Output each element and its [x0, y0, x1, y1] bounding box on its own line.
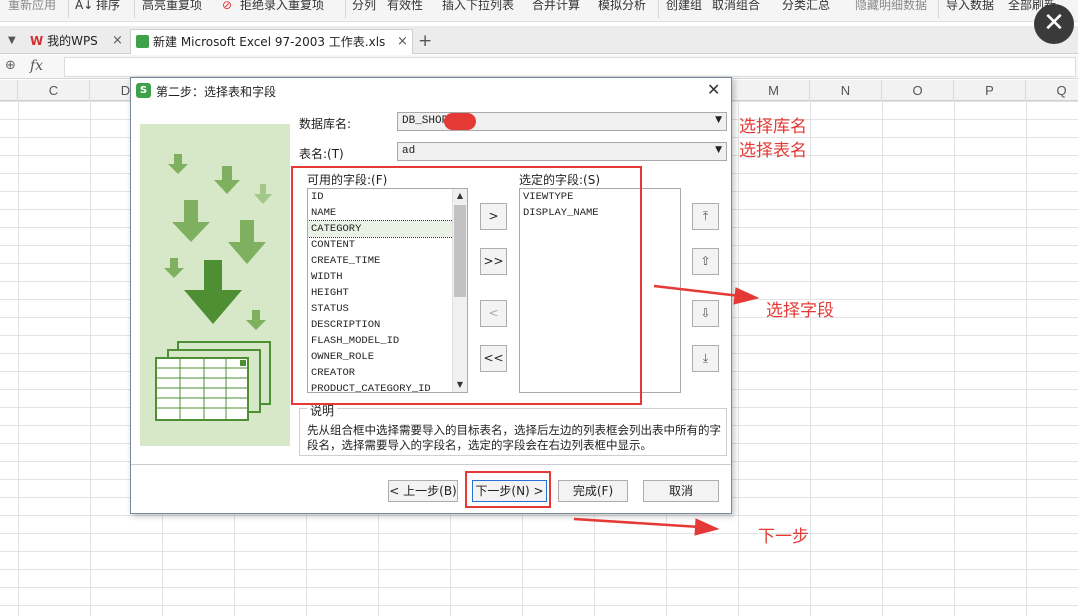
table-name-label: 表名:(T) [299, 147, 344, 161]
move-top-icon[interactable]: ⤒ [692, 203, 719, 230]
reject-icon: ⊘ [222, 0, 233, 12]
dialog-titlebar: S 第二步：选择表和字段 ✕ [131, 78, 731, 104]
ribbon-divider [68, 0, 69, 18]
prev-step-button[interactable]: < 上一步(B) [388, 480, 458, 502]
ribbon-validity[interactable]: 有效性 [387, 0, 423, 15]
column-header[interactable]: O [882, 80, 954, 101]
move-up-icon[interactable]: ⇧ [692, 248, 719, 275]
new-tab-button[interactable]: + [418, 29, 432, 54]
ribbon-consolidate[interactable]: 合并计算 [532, 0, 580, 15]
column-header[interactable]: C [18, 80, 90, 101]
move-bottom-icon[interactable]: ⤓ [692, 345, 719, 372]
sort-icon: A↓ [75, 0, 94, 12]
description-text: 先从组合框中选择需要导入的目标表名，选择后左边的列表框会列出表中所有的字段名，选… [307, 423, 721, 452]
wps-logo-icon: W [30, 34, 44, 48]
wps-logo-icon: S [136, 83, 151, 98]
column-header[interactable]: Q [1026, 80, 1078, 101]
db-name-label: 数据库名: [299, 117, 352, 131]
annotation-next-step: 下一步 [758, 527, 809, 547]
ribbon-toolbar: 重新应用 A↓ 排序 高亮重复项 ⊘ 拒绝录入重复项 分列 有效性 插入下拉列表… [0, 0, 1078, 22]
finish-button[interactable]: 完成(F) [558, 480, 628, 502]
dialog-title: 第二步：选择表和字段 [156, 85, 277, 99]
tab-label: 新建 Microsoft Excel 97-2003 工作表.xls [153, 35, 386, 49]
table-name-select[interactable]: ad ▼ [397, 142, 727, 161]
move-down-icon[interactable]: ⇩ [692, 300, 719, 327]
ribbon-reject-duplicates[interactable]: 拒绝录入重复项 [240, 0, 324, 15]
fx-icon[interactable]: fx [30, 58, 43, 74]
ribbon-subtotal[interactable]: 分类汇总 [782, 0, 830, 15]
corner-cell[interactable] [0, 80, 18, 101]
annotation-fields-box [291, 166, 642, 405]
annotation-select-fields: 选择字段 [766, 301, 834, 321]
ribbon-import-data[interactable]: 导入数据 [946, 0, 994, 15]
close-icon[interactable]: × [112, 29, 123, 53]
chevron-down-icon[interactable]: ▼ [8, 29, 16, 54]
download-arrows-illustration [155, 154, 272, 421]
column-header[interactable]: P [954, 80, 1026, 101]
annotation-select-db: 选择库名 [739, 117, 807, 137]
sheet-file-icon [136, 35, 149, 48]
ribbon-highlight-duplicates[interactable]: 高亮重复项 [142, 0, 202, 15]
zoom-search-icon[interactable]: ⊕ [5, 58, 16, 73]
tab-my-wps[interactable]: W 我的WPS × [30, 29, 128, 54]
ribbon-hide-detail[interactable]: 隐藏明细数据 [855, 0, 927, 15]
annotation-next-box [465, 471, 551, 508]
ribbon-reapply[interactable]: 重新应用 [8, 0, 56, 15]
ribbon-divider [938, 0, 939, 18]
ribbon-what-if[interactable]: 模拟分析 [598, 0, 646, 15]
db-name-value: DB_SHOP [402, 115, 449, 127]
wizard-illustration [140, 124, 290, 446]
tab-bar: ▼ W 我的WPS × 新建 Microsoft Excel 97-2003 工… [0, 26, 1078, 54]
close-icon[interactable]: × [397, 30, 408, 54]
redaction-mark [444, 113, 476, 130]
ribbon-split[interactable]: 分列 [352, 0, 376, 15]
cancel-button[interactable]: 取消 [643, 480, 719, 502]
tab-label: 我的WPS [47, 34, 98, 48]
tab-workbook[interactable]: 新建 Microsoft Excel 97-2003 工作表.xls × [130, 29, 413, 54]
dialog-divider [131, 464, 731, 465]
ribbon-insert-dropdown[interactable]: 插入下拉列表 [442, 0, 514, 15]
chevron-down-icon: ▼ [715, 145, 722, 155]
ribbon-divider [345, 0, 346, 18]
table-name-value: ad [402, 145, 416, 157]
ribbon-sort[interactable]: 排序 [96, 0, 120, 15]
close-icon[interactable]: ✕ [1034, 4, 1074, 44]
close-icon[interactable]: ✕ [707, 80, 720, 99]
ribbon-divider [134, 0, 135, 18]
column-header[interactable]: N [810, 80, 882, 101]
db-name-select[interactable]: DB_SHOP ▼ [397, 112, 727, 131]
formula-bar: ⊕ fx [0, 55, 1078, 79]
ribbon-divider [658, 0, 659, 18]
annotation-select-table: 选择表名 [739, 141, 807, 161]
ribbon-group[interactable]: 创建组 [666, 0, 702, 15]
ribbon-ungroup[interactable]: 取消组合 [712, 0, 760, 15]
formula-input[interactable] [64, 57, 1076, 77]
chevron-down-icon: ▼ [715, 115, 722, 125]
